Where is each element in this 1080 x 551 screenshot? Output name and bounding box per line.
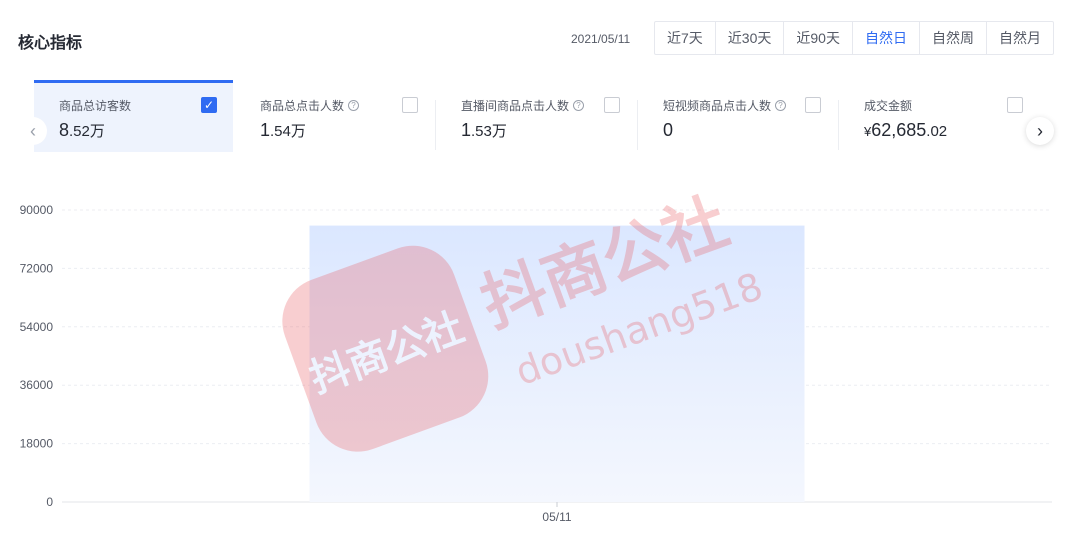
metric-card-live-clicks[interactable]: 直播间商品点击人数? 1.53万 <box>436 80 636 152</box>
metric-card-product-clicks[interactable]: 商品总点击人数? 1.54万 <box>235 80 435 152</box>
question-circle-icon[interactable]: ? <box>775 100 787 111</box>
metric-cards: 商品总访客数 8.52万 ✓ 商品总点击人数? 1.54万 直播间商品点击人数?… <box>0 80 1080 152</box>
y-tick-label: 36000 <box>20 378 54 392</box>
page-title: 核心指标 <box>18 35 83 52</box>
x-tick-label: 05/11 <box>542 510 571 524</box>
metric-checkbox[interactable] <box>805 97 821 113</box>
metric-value: 1.54万 <box>260 120 306 140</box>
tab-last-90-days[interactable]: 近90天 <box>783 22 852 54</box>
metric-label: 商品总访客数 <box>59 99 132 113</box>
metric-card-video-clicks[interactable]: 短视频商品点击人数? 0 <box>638 80 838 152</box>
y-tick-label: 72000 <box>20 261 54 275</box>
metric-checkbox[interactable]: ✓ <box>201 97 217 113</box>
tab-natural-week[interactable]: 自然周 <box>918 22 986 54</box>
metric-label: 直播间商品点击人数? <box>461 97 585 114</box>
question-circle-icon[interactable]: ? <box>348 100 360 111</box>
question-circle-icon[interactable]: ? <box>573 100 585 111</box>
tab-natural-month[interactable]: 自然月 <box>985 22 1053 54</box>
metric-value: ¥62,685.02 <box>864 120 948 140</box>
chart-canvas: 0 18000 36000 54000 72000 90000 05/11 <box>20 203 1052 524</box>
chevron-left-icon[interactable]: ‹ <box>19 117 47 145</box>
metric-label: 商品总点击人数? <box>260 97 360 114</box>
metric-label: 成交金额 <box>864 99 913 113</box>
chart-bar[interactable] <box>309 225 805 502</box>
checkmark-icon: ✓ <box>203 98 215 112</box>
metric-checkbox[interactable] <box>604 97 620 113</box>
y-tick-label: 54000 <box>20 320 54 334</box>
y-tick-label: 90000 <box>20 203 54 217</box>
metric-value: 0 <box>663 120 674 140</box>
tab-natural-day[interactable]: 自然日 <box>851 22 919 54</box>
tab-last-7-days[interactable]: 近7天 <box>655 22 715 54</box>
tab-last-30-days[interactable]: 近30天 <box>714 22 784 54</box>
metric-card-product-visitors[interactable]: 商品总访客数 8.52万 ✓ <box>34 80 233 152</box>
metric-label: 短视频商品点击人数? <box>663 97 787 114</box>
metric-checkbox[interactable] <box>1007 97 1023 113</box>
trend-chart: 0 18000 36000 54000 72000 90000 05/11 <box>0 170 1080 540</box>
chevron-right-icon[interactable]: › <box>1026 117 1054 145</box>
y-tick-label: 0 <box>46 495 53 509</box>
metric-checkbox[interactable] <box>402 97 418 113</box>
metric-value: 8.52万 <box>59 120 105 140</box>
y-tick-label: 18000 <box>20 437 54 451</box>
metric-card-gmv[interactable]: 成交金额 ¥62,685.02 <box>839 80 1039 152</box>
metric-value: 1.53万 <box>461 120 507 140</box>
date-label: 2021/05/11 <box>571 32 631 46</box>
date-range-tabs: 近7天 近30天 近90天 自然日 自然周 自然月 <box>654 21 1054 55</box>
